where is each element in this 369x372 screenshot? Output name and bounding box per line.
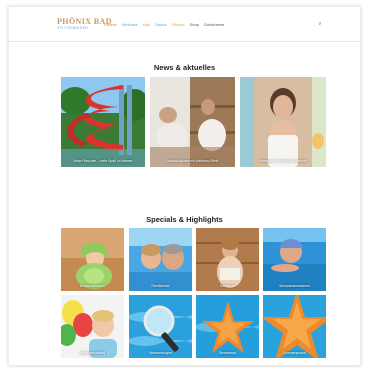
page-frame: PHÖNIX BAD SPITZENBÄDER Therme Wellness …	[8, 6, 361, 366]
special-caption: Babyschwimmen	[80, 284, 105, 288]
spa-woman-image	[240, 77, 326, 167]
special-card[interactable]: Seniorenschwimmen	[263, 228, 326, 291]
couple-in-pool-image	[129, 228, 192, 291]
nav-item-sauna[interactable]: Sauna	[155, 22, 167, 28]
news-caption: Massagen & Wohlfühl-Angebote	[259, 159, 307, 163]
nav-item-shop[interactable]: Shop	[190, 22, 199, 28]
specials-section-title: Specials & Highlights	[146, 215, 223, 224]
special-card[interactable]: Saunawelt	[196, 228, 259, 291]
nav-item-fitness[interactable]: Fitness	[172, 22, 185, 28]
news-card[interactable]: Saunaaufgüsse mit Wellness-Effekt	[150, 77, 235, 167]
special-caption: Saunawelt	[219, 284, 236, 288]
baby-in-towel-image	[61, 228, 124, 291]
special-card[interactable]: Kindergeburtstag	[61, 295, 124, 358]
special-caption: Familienbad	[151, 284, 170, 288]
chevron-down-icon[interactable]: ∨	[318, 21, 322, 27]
news-card[interactable]: Massagen & Wohlfühl-Angebote	[240, 77, 326, 167]
news-caption: Neue Rutschen – mehr Spaß im Wasser	[73, 159, 133, 163]
special-caption: Wasseranalyse	[149, 351, 172, 355]
water-slides-image	[61, 77, 145, 167]
special-caption: Seniorenschwimmen	[279, 284, 310, 288]
special-caption: Sternenbad	[218, 351, 237, 355]
special-card[interactable]: Sommerspecial	[263, 295, 326, 358]
special-caption: Kindergeburtstag	[79, 351, 106, 355]
starfish-close-image	[263, 295, 326, 358]
nav-item-wellness[interactable]: Wellness	[122, 22, 138, 28]
main-nav: Therme Wellness Bad Sauna Fitness Shop G…	[103, 22, 224, 28]
special-caption: Sommerspecial	[283, 351, 306, 355]
news-card[interactable]: Neue Rutschen – mehr Spaß im Wasser	[61, 77, 145, 167]
special-card[interactable]: Babyschwimmen	[61, 228, 124, 291]
sauna-relax-image	[150, 77, 235, 167]
special-card[interactable]: Sternenbad	[196, 295, 259, 358]
senior-swimming-image	[263, 228, 326, 291]
news-section-title: News & aktuelles	[153, 63, 216, 72]
news-caption: Saunaaufgüsse mit Wellness-Effekt	[166, 159, 219, 163]
special-card[interactable]: Familienbad	[129, 228, 192, 291]
woman-in-sauna-image	[196, 228, 259, 291]
special-card[interactable]: Wasseranalyse	[129, 295, 192, 358]
magnifier-water-image	[129, 295, 192, 358]
nav-item-gutscheine[interactable]: Gutscheine	[204, 22, 224, 28]
child-with-balloons-image	[61, 295, 124, 358]
nav-item-bad[interactable]: Bad	[143, 22, 150, 28]
starfish-pool-image	[196, 295, 259, 358]
nav-item-therme[interactable]: Therme	[103, 22, 117, 28]
top-navbar: PHÖNIX BAD SPITZENBÄDER Therme Wellness …	[9, 7, 360, 42]
